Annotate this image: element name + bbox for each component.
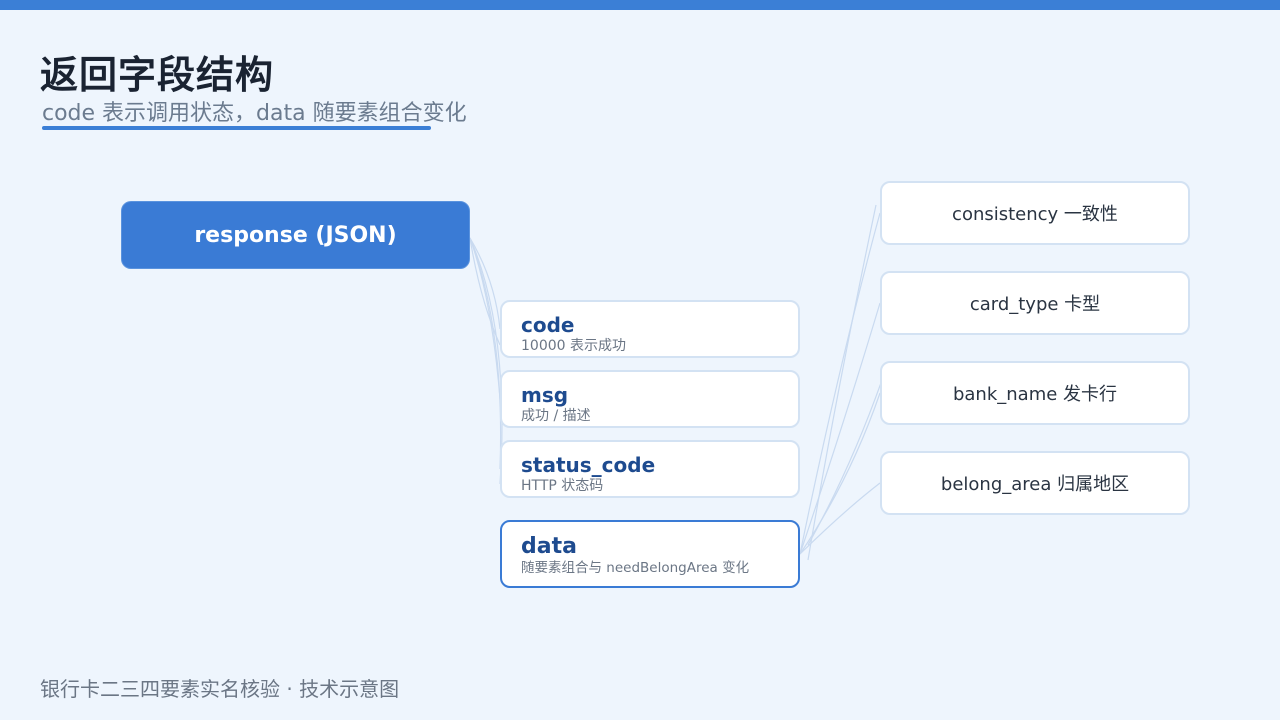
field-node-status-code: status_code HTTP 状态码 [500,440,800,498]
field-desc-code: 10000 表示成功 [521,338,626,354]
field-name-msg: msg [521,383,569,407]
data-child-label-belong-area: belong_area 归属地区 [940,474,1130,495]
data-child-label-consistency: consistency 一致性 [952,204,1118,225]
field-node-msg: msg 成功 / 描述 [500,370,800,428]
data-child-belong-area: belong_area 归属地区 [880,451,1190,515]
connector-lines [469,204,883,561]
field-desc-data: 随要素组合与 needBelongArea 变化 [521,560,750,576]
footer-caption: 银行卡二三四要素实名核验 · 技术示意图 [40,677,400,701]
data-child-label-card-type: card_type 卡型 [969,294,1101,315]
connector-root-status [469,237,502,470]
data-child-consistency: consistency 一致性 [880,181,1190,245]
data-child-card-type: card_type 卡型 [880,271,1190,335]
field-name-data: data [521,534,577,559]
field-node-data: data 随要素组合与 needBelongArea 变化 [500,520,800,588]
field-name-status-code: status_code [521,453,656,477]
root-node-label: response (JSON) [194,222,397,248]
field-desc-status-code: HTTP 状态码 [521,478,604,494]
connector-data-extra-1 [807,204,877,561]
root-node-response: response (JSON) [121,201,470,269]
field-desc-msg: 成功 / 描述 [521,408,591,424]
field-name-code: code [521,313,575,337]
data-child-bank-name: bank_name 发卡行 [880,361,1190,425]
data-child-label-bank-name: bank_name 发卡行 [952,384,1118,405]
field-node-code: code 10000 表示成功 [500,300,800,358]
